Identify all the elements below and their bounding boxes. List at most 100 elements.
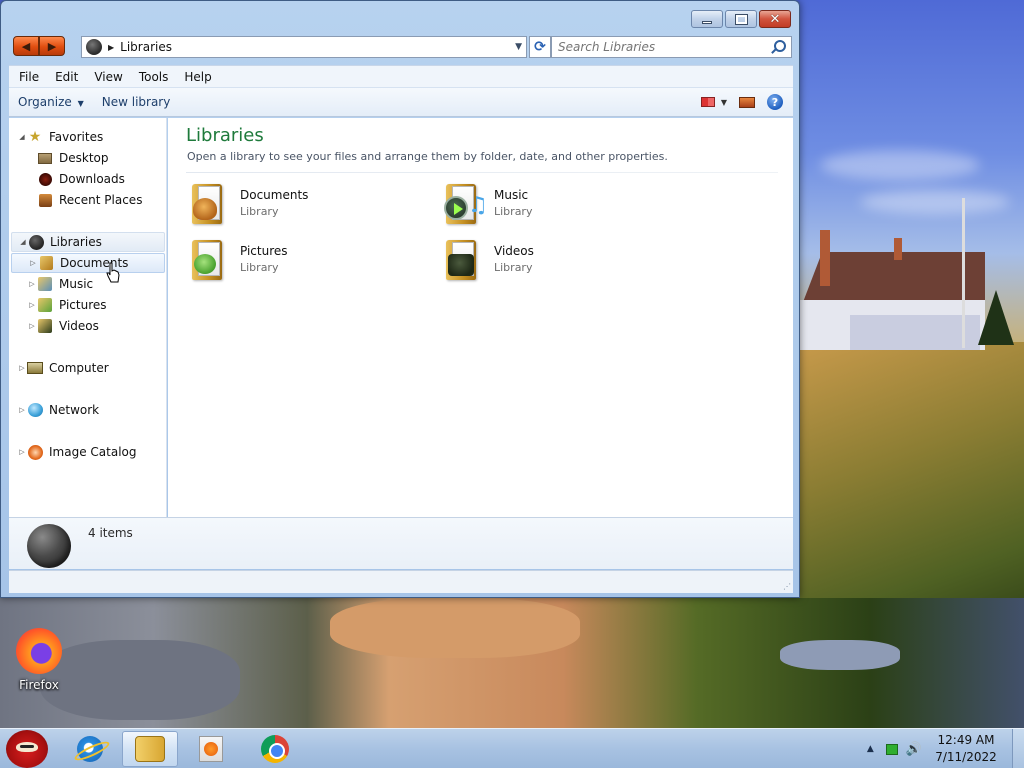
content-pane: Libraries Open a library to see your fil… [168, 118, 793, 517]
start-button-icon[interactable] [6, 730, 48, 768]
firefox-icon [16, 628, 62, 674]
menu-view[interactable]: View [86, 66, 130, 88]
navigation-row: ◀ ▶ ▶ Libraries ▼ ⟳ [11, 35, 792, 59]
tree-label: Recent Places [59, 193, 143, 207]
tree-item-downloads[interactable]: Downloads [37, 169, 125, 189]
network-status-icon[interactable] [885, 743, 898, 755]
show-hidden-icons-icon[interactable]: ▲ [867, 744, 874, 754]
tree-item-favorites[interactable]: ◢ ★ Favorites [17, 127, 103, 147]
item-count: 4 items [88, 526, 133, 540]
tree-item-network[interactable]: ▷ Network [17, 400, 99, 420]
collapse-icon[interactable]: ◢ [17, 133, 27, 141]
flag-pole [962, 198, 965, 348]
expand-icon[interactable]: ▷ [17, 364, 27, 372]
tree-item-music[interactable]: ▷ Music [27, 274, 93, 294]
tree-label: Image Catalog [49, 445, 137, 459]
tree-item-libraries[interactable]: ◢ Libraries [11, 232, 165, 252]
organize-label: Organize [18, 95, 72, 109]
tree-label: Pictures [59, 298, 107, 312]
help-icon[interactable]: ? [767, 94, 783, 110]
library-tile-music[interactable]: ♫ Music Library [442, 182, 662, 230]
library-tile-documents[interactable]: Documents Library [188, 182, 408, 230]
refresh-button[interactable]: ⟳ [529, 36, 551, 58]
divider [186, 172, 778, 173]
tree-item-image-catalog[interactable]: ▷ Image Catalog [17, 442, 136, 462]
network-icon [27, 403, 43, 417]
menu-edit[interactable]: Edit [47, 66, 86, 88]
menu-file[interactable]: File [11, 66, 47, 88]
taskbar-windows-explorer[interactable] [122, 731, 178, 767]
tree-item-desktop[interactable]: Desktop [37, 148, 109, 168]
tree-item-videos[interactable]: ▷ Videos [27, 316, 99, 336]
minimize-icon [702, 20, 712, 24]
clock[interactable]: 12:49 AM 7/11/2022 [934, 732, 998, 766]
tree-label: Music [59, 277, 94, 291]
page-subtitle: Open a library to see your files and arr… [187, 150, 668, 163]
status-bar: ⋰ [9, 570, 793, 593]
expand-icon[interactable]: ▷ [28, 259, 38, 267]
back-button[interactable]: ◀ [13, 36, 39, 56]
resize-grip-icon[interactable]: ⋰ [783, 582, 791, 591]
minimize-button[interactable] [691, 10, 723, 28]
expand-icon[interactable]: ▷ [27, 301, 37, 309]
library-tile-videos[interactable]: Videos Library [442, 238, 662, 286]
volume-icon[interactable]: 🔊 [906, 742, 922, 757]
tree-label: Favorites [49, 130, 104, 144]
caption-buttons: ✕ [691, 10, 791, 28]
taskbar-media-player[interactable] [183, 731, 239, 767]
close-icon: ✕ [769, 11, 781, 27]
breadcrumb-separator-icon[interactable]: ▶ [108, 43, 114, 52]
pictures-icon [38, 298, 52, 312]
tree-item-recent-places[interactable]: Recent Places [37, 190, 142, 210]
library-tile-pictures[interactable]: Pictures Library [188, 238, 408, 286]
menu-help[interactable]: Help [176, 66, 219, 88]
desktop-icon-label: Firefox [19, 678, 59, 692]
search-icon[interactable] [774, 40, 786, 52]
close-button[interactable]: ✕ [759, 10, 791, 28]
taskbar-chrome[interactable] [247, 731, 303, 767]
forward-button[interactable]: ▶ [39, 36, 65, 56]
collapse-icon[interactable]: ◢ [18, 238, 28, 246]
expand-icon[interactable]: ▷ [27, 322, 37, 330]
new-library-button[interactable]: New library [93, 95, 180, 109]
maximize-button[interactable] [725, 10, 757, 28]
tree-label: Libraries [50, 235, 102, 249]
organize-dropdown-icon: ▼ [77, 99, 84, 108]
search-input[interactable] [558, 40, 768, 54]
preview-pane-icon[interactable] [739, 96, 755, 108]
command-bar-right: ▼ ? [700, 94, 783, 110]
expand-icon[interactable]: ▷ [27, 280, 37, 288]
address-dropdown-icon[interactable]: ▼ [515, 42, 522, 52]
tree-label: Videos [59, 319, 99, 333]
menu-tools[interactable]: Tools [131, 66, 177, 88]
breadcrumb-libraries[interactable]: Libraries [120, 40, 172, 54]
taskbar-internet-explorer[interactable] [62, 731, 118, 767]
tree-label: Desktop [59, 151, 109, 165]
nav-arrows: ◀ ▶ [13, 36, 65, 58]
expand-icon[interactable]: ▷ [17, 406, 27, 414]
music-icon [38, 277, 52, 291]
maximize-icon [734, 13, 748, 25]
forward-arrow-icon: ▶ [47, 39, 57, 53]
change-view-icon[interactable] [700, 97, 715, 107]
navigation-pane: ◢ ★ Favorites Desktop Downloads Recent P… [9, 118, 167, 517]
tree-label: Network [49, 403, 100, 417]
address-bar[interactable]: ▶ Libraries ▼ [81, 36, 527, 58]
library-name: Documents [240, 188, 309, 202]
desktop-icon [38, 152, 52, 164]
tree-item-pictures[interactable]: ▷ Pictures [27, 295, 107, 315]
view-options-dropdown-icon[interactable]: ▼ [721, 98, 727, 107]
command-bar: Organize ▼ New library ▼ ? [9, 87, 793, 117]
show-desktop-button[interactable] [1012, 729, 1024, 768]
organize-button[interactable]: Organize ▼ [9, 95, 93, 109]
downloads-icon [38, 172, 52, 186]
refresh-icon: ⟳ [534, 39, 546, 55]
desktop-icon-firefox[interactable]: Firefox [10, 628, 68, 692]
search-box[interactable] [551, 36, 792, 58]
libraries-large-icon [27, 524, 71, 568]
tree-item-computer[interactable]: ▷ Computer [17, 358, 108, 378]
internet-explorer-icon [77, 736, 103, 762]
expand-icon[interactable]: ▷ [17, 448, 27, 456]
tree-item-documents[interactable]: ▷ Documents [11, 253, 165, 273]
documents-icon [39, 256, 53, 270]
